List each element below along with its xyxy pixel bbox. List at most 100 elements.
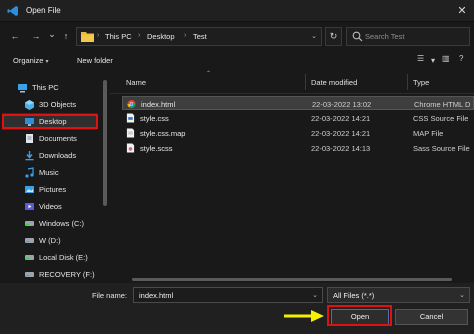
- refresh-icon[interactable]: ↻: [325, 27, 342, 46]
- back-arrow-icon[interactable]: ←: [9, 30, 21, 42]
- command-bar: Organize ▾ New folder ☰ ▾ ▥ ?: [0, 50, 474, 70]
- sidebar-item-pictures[interactable]: Pictures: [0, 181, 101, 198]
- file-type: Chrome HTML D: [414, 100, 471, 109]
- chevron-down-icon[interactable]: ▾: [431, 56, 435, 65]
- file-list-header: ⌃ Name Date modified Type: [110, 70, 474, 94]
- help-icon[interactable]: ?: [459, 54, 463, 63]
- cube-icon: [25, 100, 34, 110]
- sidebar-item-label: Videos: [39, 202, 62, 211]
- sidebar-item-this-pc[interactable]: This PC: [0, 79, 101, 96]
- file-type: Sass Source File: [413, 144, 470, 153]
- breadcrumb-desktop[interactable]: Desktop: [147, 32, 175, 41]
- chevron-down-icon[interactable]: ⌄: [311, 32, 317, 40]
- address-bar[interactable]: › This PC › Desktop › Test ⌄: [76, 27, 322, 46]
- chevron-down-icon[interactable]: ⌄: [312, 291, 318, 299]
- desktop-red-highlight: [2, 114, 98, 129]
- sidebar-item-label: Pictures: [39, 185, 67, 194]
- sidebar-item-3d-objects[interactable]: 3D Objects: [0, 96, 101, 113]
- sidebar-item-music[interactable]: Music: [0, 164, 101, 181]
- navigation-pane: This PC 3D Objects Desktop Documents Downloa…: [0, 73, 101, 283]
- file-name: index.html: [141, 100, 176, 109]
- vscode-icon: [7, 6, 18, 16]
- title-bar: Open File ✕: [0, 0, 474, 22]
- sidebar-item-label: Music: [39, 168, 59, 177]
- navigation-bar: ← → ⌄ ↑ › This PC › Desktop › Test ⌄ ↻ S…: [0, 23, 474, 49]
- sidebar-item-videos[interactable]: Videos: [0, 198, 101, 215]
- file-name: style.css.map: [140, 129, 186, 138]
- sidebar-item-downloads[interactable]: Downloads: [0, 147, 101, 164]
- yellow-pointer-arrow-icon: [284, 310, 324, 322]
- breadcrumb-separator: ›: [138, 32, 141, 39]
- organize-menu[interactable]: Organize ▾: [13, 56, 48, 65]
- chevron-down-icon: ⌄: [459, 292, 465, 299]
- close-icon[interactable]: ✕: [454, 3, 470, 19]
- sidebar-item-label: W (D:): [39, 236, 61, 245]
- file-type: CSS Source File: [413, 114, 469, 123]
- file-date: 22-03-2022 14:21: [311, 129, 371, 138]
- file-type-filter[interactable]: All Files (*.*) ⌄: [327, 287, 470, 303]
- preview-pane-icon[interactable]: ▥: [442, 54, 450, 63]
- css-file-icon: [126, 113, 135, 123]
- cancel-button[interactable]: Cancel: [395, 309, 468, 325]
- sidebar-item-label: RECOVERY (F:): [39, 270, 95, 279]
- sidebar-item-label: 3D Objects: [39, 100, 77, 109]
- file-row[interactable]: style.scss 22-03-2022 14:13 Sass Source Fi…: [122, 141, 474, 155]
- chevron-down-icon: ▾: [45, 59, 49, 65]
- sort-caret-icon: ⌃: [206, 71, 212, 77]
- sidebar-item-label: Documents: [39, 134, 77, 143]
- chrome-icon: [127, 99, 136, 109]
- pc-icon: [18, 84, 27, 93]
- column-header-date[interactable]: Date modified: [311, 78, 357, 87]
- file-row[interactable]: style.css.map 22-03-2022 14:21 MAP File: [122, 126, 474, 140]
- sidebar-item-recovery-f[interactable]: RECOVERY (F:): [0, 266, 101, 283]
- drive-icon: [25, 272, 34, 277]
- file-name: style.css: [140, 114, 169, 123]
- forward-arrow-icon[interactable]: →: [30, 30, 42, 42]
- recent-locations-chevron-icon[interactable]: ⌄: [46, 28, 58, 40]
- up-arrow-icon[interactable]: ↑: [60, 30, 72, 42]
- file-date: 22-03-2022 14:21: [311, 114, 371, 123]
- search-input[interactable]: Search Test: [346, 27, 470, 46]
- search-placeholder: Search Test: [365, 32, 405, 41]
- column-divider[interactable]: [305, 74, 306, 90]
- search-icon: [352, 31, 363, 42]
- file-row[interactable]: style.css 22-03-2022 14:21 CSS Source File: [122, 111, 474, 125]
- scss-file-icon: [126, 143, 135, 153]
- new-folder-button[interactable]: New folder: [77, 56, 113, 65]
- breadcrumb-test[interactable]: Test: [193, 32, 207, 41]
- file-type: MAP File: [413, 129, 444, 138]
- sidebar-item-label: Downloads: [39, 151, 77, 160]
- open-red-highlight: [327, 305, 392, 326]
- sidebar-item-local-disk-e[interactable]: Local Disk (E:): [0, 249, 101, 266]
- file-name-input[interactable]: index.html ⌄: [133, 287, 323, 303]
- breadcrumb-this-pc[interactable]: This PC: [105, 32, 132, 41]
- folder-icon: [81, 32, 94, 42]
- file-date: 22-03-2022 13:02: [312, 100, 372, 109]
- file-name-value: index.html: [139, 291, 174, 300]
- file-type-filter-value: All Files (*.*): [333, 291, 375, 300]
- music-icon: [25, 167, 34, 178]
- videos-icon: [25, 203, 34, 210]
- downloads-icon: [25, 151, 34, 161]
- view-options-icon[interactable]: ☰: [417, 54, 424, 63]
- column-header-name[interactable]: Name: [126, 78, 146, 87]
- sidebar-item-w-d[interactable]: W (D:): [0, 232, 101, 249]
- file-list: ⌃ Name Date modified Type index.html 22-0…: [110, 70, 474, 283]
- sidebar-scrollbar-thumb[interactable]: [103, 80, 107, 206]
- dialog-footer: File name: index.html ⌄ All Files (*.*) …: [0, 283, 474, 334]
- file-name-label: File name:: [92, 291, 128, 300]
- breadcrumb-separator: ›: [97, 32, 100, 39]
- sidebar-item-documents[interactable]: Documents: [0, 130, 101, 147]
- horizontal-scrollbar[interactable]: [110, 276, 474, 283]
- horizontal-scrollbar-thumb[interactable]: [132, 278, 452, 281]
- map-file-icon: [126, 128, 135, 138]
- sidebar-item-label: Local Disk (E:): [39, 253, 88, 262]
- sidebar-item-windows-c[interactable]: Windows (C:): [0, 215, 101, 232]
- documents-icon: [26, 134, 33, 143]
- breadcrumb-separator: ›: [184, 32, 187, 39]
- organize-label: Organize: [13, 56, 44, 65]
- drive-icon: [25, 221, 34, 226]
- column-header-type[interactable]: Type: [413, 78, 429, 87]
- file-row[interactable]: index.html 22-03-2022 13:02 Chrome HTML D: [122, 96, 474, 110]
- column-divider[interactable]: [407, 74, 408, 90]
